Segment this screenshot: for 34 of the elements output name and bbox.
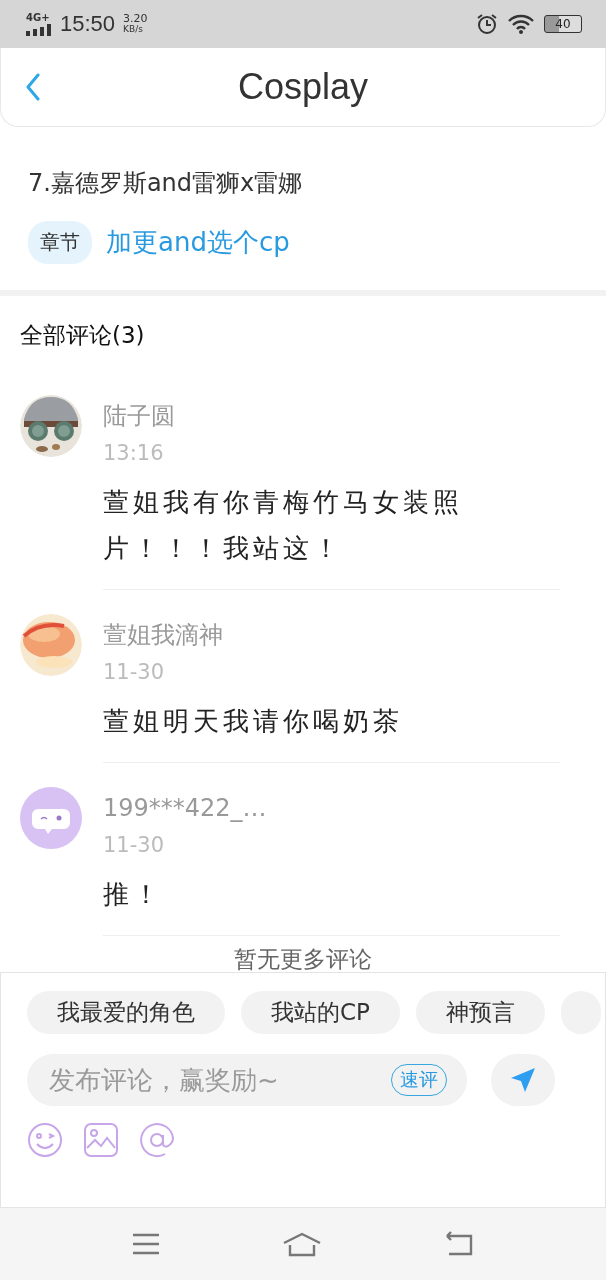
back-icon[interactable] [25, 73, 41, 101]
topic-chip[interactable]: 我最爱的角色 [27, 991, 225, 1034]
commenter-name: 199***422_… [103, 793, 268, 824]
commenter-name: 陆子圆 [103, 401, 176, 432]
chapter-title: 7.嘉德罗斯and雷狮x雷娜 [28, 168, 304, 199]
image-icon[interactable] [83, 1122, 119, 1158]
signal-icon [26, 23, 52, 36]
battery-indicator: 40 [544, 15, 582, 33]
send-icon [509, 1066, 537, 1094]
topic-chip[interactable]: 我站的CP [241, 991, 400, 1034]
commenter-name: 萱姐我滴神 [103, 620, 224, 651]
topic-chip[interactable]: 神预言 [415, 991, 545, 1034]
alarm-clock-icon [476, 13, 498, 35]
home-icon[interactable] [282, 1231, 322, 1257]
send-button[interactable] [491, 1054, 555, 1106]
speed-unit: KB/s [123, 24, 144, 34]
comment-time: 11-30 [103, 832, 166, 859]
default-avatar-icon [20, 787, 82, 849]
comments-heading: 全部评论(3) [19, 321, 146, 350]
chapter-tag: 章节 [28, 221, 92, 264]
emoji-icon[interactable] [27, 1122, 63, 1158]
clock-time: 15:50 [60, 11, 116, 37]
comment-time: 11-30 [103, 659, 166, 686]
comment-text: 萱姐我有你青梅竹马女装照片！！！我站这！ [103, 486, 464, 565]
menu-icon[interactable] [130, 1232, 161, 1256]
network-type: 4G+ [26, 12, 50, 23]
comment-time: 13:16 [103, 440, 165, 467]
at-sign-icon[interactable] [139, 1122, 175, 1158]
page-title: Cosplay [237, 66, 369, 108]
end-of-comments-text: 暂无更多评论 [233, 945, 373, 974]
comment-text: 萱姐明天我请你喝奶茶 [103, 705, 404, 738]
comment-text: 推！ [103, 878, 164, 911]
wifi-icon [508, 14, 534, 34]
network-speed: 3.20 [123, 14, 148, 24]
